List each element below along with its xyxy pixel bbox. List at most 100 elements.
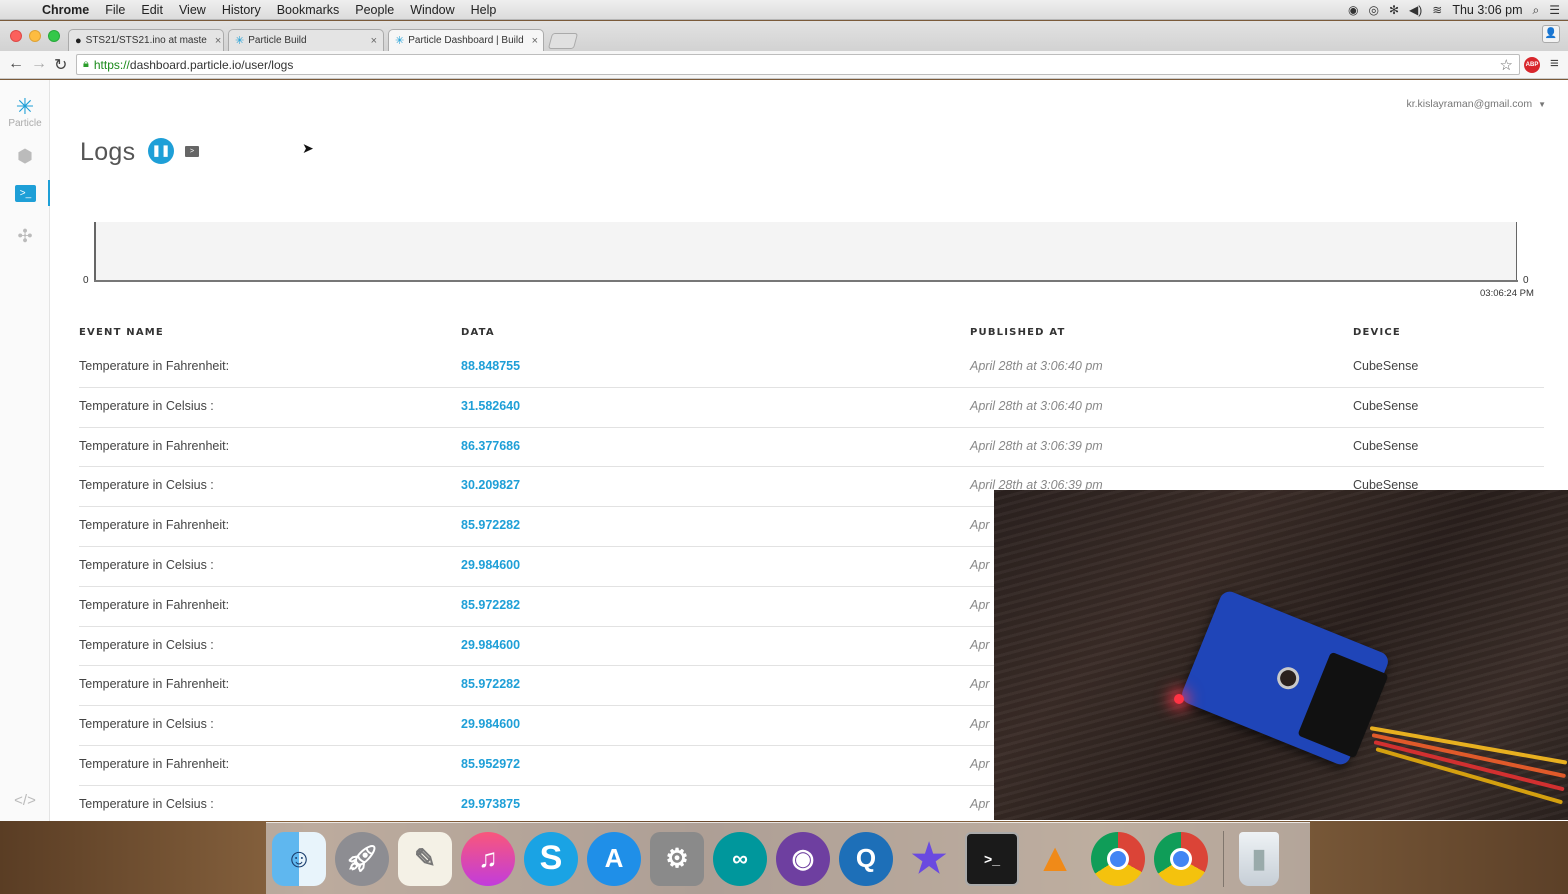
reload-icon[interactable]: ↻: [54, 55, 67, 75]
new-tab-button[interactable]: [547, 33, 579, 49]
particle-icon: ✳: [235, 35, 245, 47]
quicktime-icon[interactable]: Q: [839, 831, 893, 886]
record-icon[interactable]: ◉: [1348, 3, 1358, 17]
event-data: 29.984600: [461, 717, 521, 732]
tab-github[interactable]: ● STS21/STS21.ino at maste ×: [68, 29, 224, 51]
launchpad-icon[interactable]: 🚀︎: [335, 831, 389, 886]
menu-people[interactable]: People: [347, 3, 402, 17]
wifi-icon[interactable]: ≋: [1432, 3, 1442, 17]
published-at: April 28th at 3:06:40 pm: [970, 359, 1103, 373]
github-desktop-icon[interactable]: ◉: [776, 831, 830, 886]
logs-console-icon[interactable]: >_: [15, 185, 36, 202]
event-name: Temperature in Fahrenheit:: [79, 438, 230, 453]
chrome-icon[interactable]: [1154, 831, 1208, 886]
menu-file[interactable]: File: [97, 3, 133, 17]
tab-title: STS21/STS21.ino at maste: [85, 35, 207, 46]
close-window-button[interactable]: [10, 30, 22, 42]
vlc-icon[interactable]: ▲: [1028, 832, 1082, 886]
particle-icon: ✳: [395, 35, 405, 47]
terminal-icon[interactable]: >_: [965, 831, 1019, 886]
address-bar[interactable]: 🔒︎ https:// dashboard.particle.io/user/l…: [76, 54, 1520, 75]
bookmark-star-icon[interactable]: ☆: [1500, 56, 1513, 74]
event-data: 85.972282: [461, 677, 521, 692]
menu-bookmarks[interactable]: Bookmarks: [269, 3, 348, 17]
profile-icon[interactable]: 👤: [1542, 25, 1560, 43]
event-data: 31.582640: [461, 398, 521, 413]
tab-particle-build[interactable]: ✳ Particle Build ×: [228, 29, 384, 51]
menu-app-name[interactable]: Chrome: [34, 3, 97, 17]
textedit-icon[interactable]: ✎: [398, 831, 452, 886]
tab-close-icon[interactable]: ×: [528, 35, 538, 47]
tab-particle-dashboard[interactable]: ✳ Particle Dashboard | Build ×: [388, 29, 544, 51]
volume-icon[interactable]: ◀): [1409, 3, 1422, 17]
chrome-menu-icon[interactable]: ≡: [1550, 55, 1559, 72]
adblock-icon[interactable]: ABP: [1524, 57, 1540, 73]
tab-close-icon[interactable]: ×: [211, 35, 221, 47]
chrome-icon[interactable]: [1091, 831, 1145, 886]
zoom-window-button[interactable]: [48, 30, 60, 42]
published-at: Apr: [970, 557, 990, 572]
published-at: Apr: [970, 796, 990, 811]
terminal-icon[interactable]: >: [185, 146, 199, 157]
published-at: Apr: [970, 756, 990, 771]
status-icon[interactable]: ◎: [1368, 3, 1378, 17]
minimize-window-button[interactable]: [29, 30, 41, 42]
event-name: Temperature in Fahrenheit:: [79, 518, 230, 533]
arduino-icon[interactable]: ∞: [713, 831, 767, 886]
sidebar: ✳ Particle ⬢ >_ ✣ </>: [0, 80, 50, 821]
published-at: Apr: [970, 717, 990, 732]
event-name: Temperature in Celsius :: [79, 796, 214, 811]
menubar-clock[interactable]: Thu 3:06 pm: [1452, 3, 1522, 17]
user-menu[interactable]: kr.kislayraman@gmail.com ▼: [1406, 98, 1546, 110]
lock-icon: 🔒︎: [83, 58, 89, 70]
page-title: Logs: [80, 138, 136, 166]
url-scheme: https://: [93, 57, 130, 72]
event-data: 85.972282: [461, 597, 521, 612]
menu-help[interactable]: Help: [463, 3, 505, 17]
power-led: [1174, 694, 1184, 704]
y-tick-left: 0: [83, 275, 89, 286]
tab-title: Particle Build: [248, 35, 307, 46]
particle-logo-label: Particle: [8, 118, 42, 129]
table-row[interactable]: Temperature in Fahrenheit: 86.377686 April…: [79, 428, 1544, 468]
menu-window[interactable]: Window: [402, 3, 462, 17]
event-name: Temperature in Fahrenheit:: [79, 677, 230, 692]
imovie-icon[interactable]: ★: [902, 832, 956, 886]
table-row[interactable]: Temperature in Celsius : 31.582640 April 2…: [79, 388, 1544, 428]
menu-history[interactable]: History: [214, 3, 269, 17]
event-name: Temperature in Fahrenheit:: [79, 597, 230, 612]
devices-cube-icon[interactable]: ⬢: [0, 146, 50, 167]
appstore-icon[interactable]: A: [587, 831, 641, 886]
chevron-down-icon: ▼: [1538, 100, 1546, 109]
table-row[interactable]: Temperature in Fahrenheit: 88.848755 April…: [79, 348, 1544, 388]
event-data: 29.973875: [461, 796, 521, 811]
integrations-icon[interactable]: ✣: [0, 226, 50, 247]
back-icon[interactable]: ←: [8, 55, 24, 73]
pause-stream-button[interactable]: ❚❚: [148, 138, 174, 164]
menu-view[interactable]: View: [171, 3, 214, 17]
event-data: 86.377686: [461, 438, 521, 453]
itunes-icon[interactable]: ♫: [461, 831, 515, 886]
browser-toolbar: ← → ↻ 🔒︎ https:// dashboard.particle.io/…: [0, 51, 1568, 79]
published-at: Apr: [970, 518, 990, 533]
menu-edit[interactable]: Edit: [133, 3, 171, 17]
mounting-hole: [1273, 663, 1303, 693]
particle-logo-icon[interactable]: ✳: [0, 94, 50, 120]
browser-tabstrip: ● STS21/STS21.ino at maste × ✳ Particle …: [0, 21, 1568, 51]
system-preferences-icon[interactable]: ⚙: [650, 831, 704, 886]
published-at: Apr: [970, 637, 990, 652]
trash-icon[interactable]: ▮: [1239, 831, 1279, 886]
skype-icon[interactable]: S: [524, 831, 578, 886]
table-header: EVENT NAME DATA PUBLISHED AT DEVICE: [79, 326, 1544, 348]
tab-title: Particle Dashboard | Build: [408, 35, 524, 46]
finder-icon[interactable]: ☺: [272, 831, 326, 886]
bluetooth-icon[interactable]: ✻: [1389, 3, 1399, 17]
published-at: Apr: [970, 677, 990, 692]
notification-center-icon[interactable]: ☰: [1549, 3, 1560, 17]
tab-close-icon[interactable]: ×: [367, 35, 377, 47]
events-chart: 0 0 03:06:24 PM: [80, 220, 1540, 300]
mouse-cursor-icon: ➤: [302, 140, 314, 156]
forward-icon[interactable]: →: [31, 55, 47, 73]
spotlight-icon[interactable]: ⌕: [1533, 3, 1540, 18]
code-icon[interactable]: </>: [0, 792, 50, 809]
